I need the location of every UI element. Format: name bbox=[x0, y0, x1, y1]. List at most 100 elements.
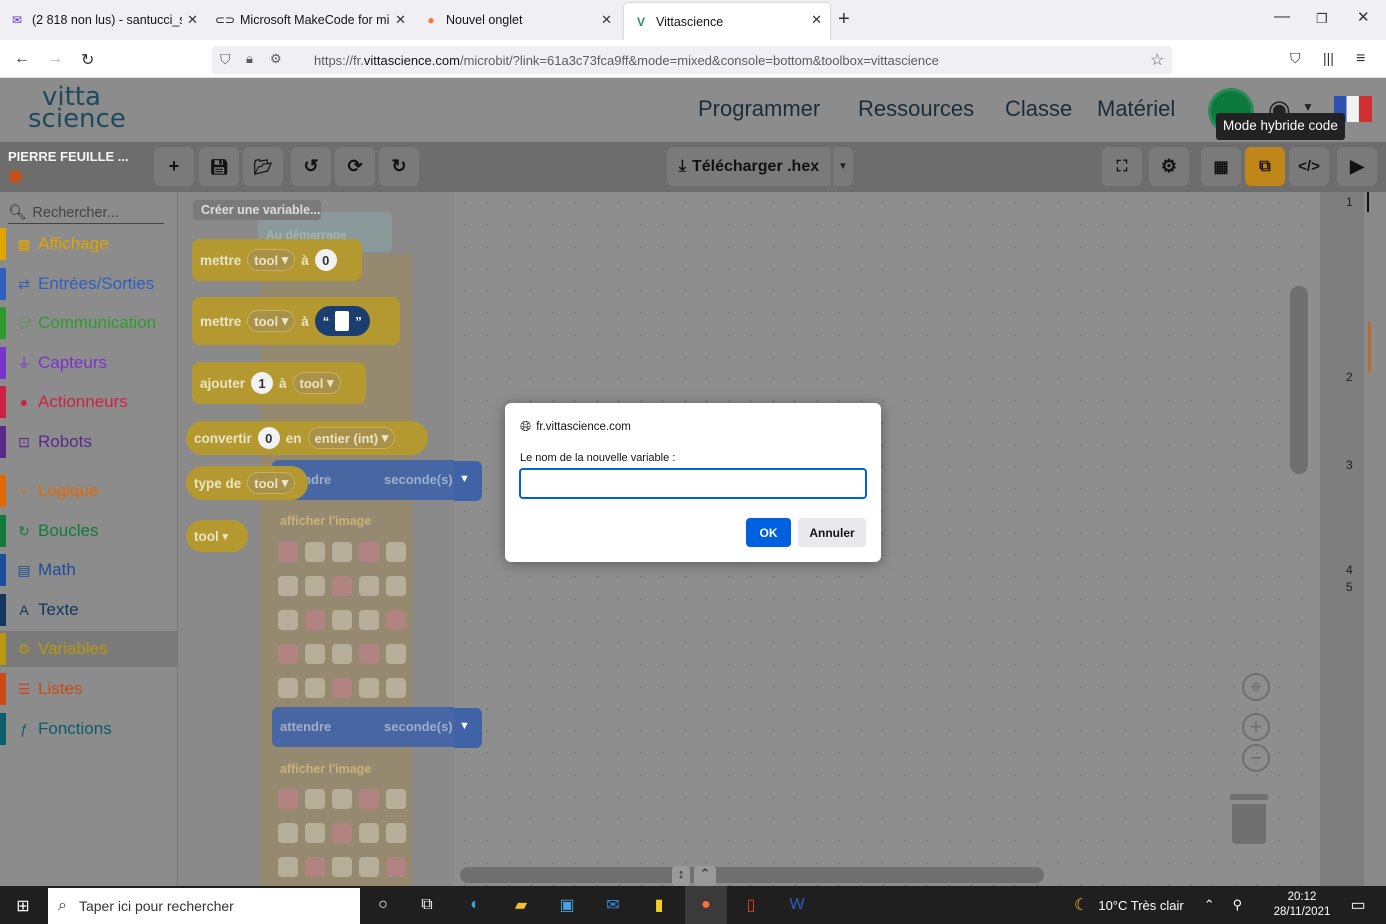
undo-button[interactable]: ↺ bbox=[291, 147, 331, 186]
sidebar-item-fonctions[interactable]: ƒ Fonctions bbox=[0, 711, 178, 747]
window-close-icon[interactable]: ✕ bbox=[1357, 8, 1370, 26]
chevron-down-icon[interactable]: ▼ bbox=[1302, 100, 1314, 114]
restore-icon[interactable]: ❐ bbox=[1316, 11, 1328, 27]
task-view-icon[interactable]: ⧉ bbox=[415, 894, 439, 916]
back-icon[interactable]: ← bbox=[14, 50, 30, 68]
redo-button[interactable]: ↻ bbox=[379, 147, 419, 186]
new-tab-icon[interactable]: + bbox=[838, 8, 850, 31]
library-icon[interactable]: ||| bbox=[1323, 50, 1334, 66]
sidebar-item-actionneurs[interactable]: ● Actionneurs bbox=[0, 384, 178, 420]
set-variable-block[interactable]: mettre tool ▾ à 0 bbox=[192, 239, 362, 281]
cancel-button[interactable]: Annuler bbox=[798, 518, 866, 547]
sidebar-item-math[interactable]: ▤ Math bbox=[0, 552, 178, 588]
code-mode-button[interactable]: </> bbox=[1289, 147, 1329, 186]
save-button[interactable]: 💾︎ bbox=[199, 147, 239, 186]
tab-vittascience[interactable]: V Vittascience ✕ bbox=[624, 3, 830, 40]
chevron-up-icon[interactable]: ⌃ bbox=[1204, 897, 1215, 913]
cortana-icon[interactable]: ○ bbox=[371, 894, 395, 916]
settings-button[interactable]: ⚙ bbox=[1149, 147, 1189, 186]
sync-button[interactable]: ⟳ bbox=[335, 147, 375, 186]
text-field[interactable] bbox=[335, 311, 350, 331]
sidebar-item-boucles[interactable]: ↻ Boucles bbox=[0, 513, 178, 549]
minimize-icon[interactable]: — bbox=[1274, 8, 1290, 26]
store-icon[interactable]: ▣ bbox=[555, 894, 579, 916]
number-input[interactable]: 0 bbox=[314, 249, 337, 271]
ok-button[interactable]: OK bbox=[746, 518, 791, 547]
forward-icon[interactable]: → bbox=[47, 50, 63, 68]
sidebar-item-variables[interactable]: ⚙ Variables bbox=[0, 631, 178, 667]
download-hex-button[interactable]: ⤓ Télécharger .hex bbox=[667, 147, 831, 186]
edge-icon[interactable]: ◐ bbox=[463, 894, 487, 916]
tab-mail[interactable]: ✉ (2 818 non lus) - santucci_steph ✕ bbox=[0, 0, 206, 40]
weather-text[interactable]: 10°C Très clair bbox=[1098, 898, 1183, 913]
bookmark-star-icon[interactable]: ☆ bbox=[1150, 50, 1164, 70]
type-dropdown[interactable]: entier (int) ▾ bbox=[307, 427, 396, 449]
office-icon[interactable]: ▯ bbox=[739, 894, 763, 916]
vittascience-logo[interactable]: vitta science bbox=[28, 84, 126, 132]
tab-makecode[interactable]: ⊂⊃ Microsoft MakeCode for micro: ✕ bbox=[208, 0, 414, 40]
hybrid-mode-button[interactable]: ⧉ bbox=[1245, 147, 1285, 186]
recenter-icon[interactable]: ⌖ bbox=[1242, 673, 1270, 701]
windows-start-icon[interactable]: ⊞ bbox=[11, 895, 35, 917]
firefox-taskbar-icon[interactable]: ● bbox=[694, 894, 718, 916]
project-name[interactable]: PIERRE FEUILLE ... bbox=[8, 149, 129, 164]
chevron-up-icon[interactable]: ⌃ bbox=[694, 866, 716, 886]
category-search[interactable]: 🔍︎ Rechercher... bbox=[8, 202, 164, 224]
weather-moon-icon[interactable]: ☾ bbox=[1074, 895, 1088, 915]
taskbar-search[interactable]: ⌕ Taper ici pour rechercher bbox=[48, 888, 360, 924]
clock[interactable]: 20:12 28/11/2021 bbox=[1270, 890, 1334, 920]
menu-icon[interactable]: ≡ bbox=[1356, 50, 1365, 68]
variable-dropdown[interactable]: tool ▾ bbox=[247, 310, 296, 332]
menu-materiel[interactable]: Matériel bbox=[1097, 96, 1175, 122]
close-icon[interactable]: ✕ bbox=[395, 12, 406, 28]
variable-dropdown[interactable]: tool ▾ bbox=[292, 372, 341, 394]
workspace-vertical-scrollbar[interactable] bbox=[1290, 286, 1308, 474]
word-icon[interactable]: W bbox=[785, 894, 809, 916]
sidebar-item-robots[interactable]: ⊡ Robots bbox=[0, 424, 178, 460]
close-icon[interactable]: ✕ bbox=[187, 12, 198, 28]
text-input[interactable]: “ ” bbox=[314, 306, 370, 336]
close-icon[interactable]: ✕ bbox=[601, 12, 612, 28]
file-explorer-icon[interactable]: ▰ bbox=[509, 894, 533, 916]
menu-ressources[interactable]: Ressources bbox=[858, 96, 974, 122]
sidebar-item-capteurs[interactable]: ⏚ Capteurs bbox=[0, 345, 178, 381]
set-variable-text-block[interactable]: mettre tool ▾ à “ ” bbox=[192, 297, 400, 345]
number-input[interactable]: 1 bbox=[251, 372, 274, 394]
sidebar-item-affichage[interactable]: ▦ Affichage bbox=[0, 226, 178, 262]
url-bar[interactable]: ⛉ 🔒︎ ⚙ https://fr.vittascience.com/micro… bbox=[212, 46, 1172, 74]
reload-icon[interactable]: ↻ bbox=[81, 50, 94, 70]
variable-getter-block[interactable]: tool ▾ bbox=[186, 520, 248, 552]
sidebar-item-entr-es-sorties[interactable]: ⇄ Entrées/Sorties bbox=[0, 266, 178, 302]
mail-app-icon[interactable]: ✉ bbox=[601, 894, 625, 916]
download-options-dropdown[interactable]: ▼ bbox=[833, 147, 853, 186]
fullscreen-button[interactable]: ⛶ bbox=[1102, 147, 1142, 186]
permissions-icon[interactable]: ⚙ bbox=[270, 51, 282, 67]
resize-handle-icon[interactable]: ↕ bbox=[672, 866, 690, 886]
open-button[interactable]: 📂︎ bbox=[243, 147, 283, 186]
trash-icon[interactable] bbox=[1230, 794, 1268, 844]
blocks-mode-button[interactable]: ▦ bbox=[1201, 147, 1241, 186]
run-simulator-button[interactable]: ▶ bbox=[1337, 147, 1377, 186]
new-project-button[interactable]: + bbox=[154, 147, 194, 186]
close-icon[interactable]: ✕ bbox=[811, 12, 822, 28]
type-of-block[interactable]: type de tool ▾ bbox=[186, 466, 308, 500]
number-input[interactable]: 0 bbox=[257, 427, 280, 449]
pocket-icon[interactable]: ⛉ bbox=[1290, 50, 1301, 67]
sidebar-item-logique[interactable]: ⑂ Logique bbox=[0, 473, 178, 509]
menu-programmer[interactable]: Programmer bbox=[698, 96, 820, 122]
code-scrollbar[interactable] bbox=[1376, 192, 1386, 886]
shield-icon[interactable]: ⛉ bbox=[220, 51, 231, 68]
sticky-notes-icon[interactable]: ▮ bbox=[647, 894, 671, 916]
lock-icon[interactable]: 🔒︎ bbox=[246, 51, 253, 67]
variable-name-input[interactable] bbox=[519, 468, 867, 499]
notification-icon[interactable]: ▭ bbox=[1346, 894, 1370, 916]
menu-classe[interactable]: Classe bbox=[1005, 96, 1072, 122]
convert-block[interactable]: convertir 0 en entier (int) ▾ bbox=[186, 421, 428, 455]
create-variable-button[interactable]: Créer une variable... bbox=[193, 200, 321, 220]
variable-dropdown[interactable]: tool ▾ bbox=[247, 472, 296, 494]
tab-new[interactable]: ● Nouvel onglet ✕ bbox=[414, 0, 620, 40]
sidebar-item-communication[interactable]: 💬︎ Communication bbox=[0, 305, 178, 341]
zoom-out-icon[interactable]: − bbox=[1242, 744, 1270, 772]
zoom-in-icon[interactable]: + bbox=[1242, 713, 1270, 741]
sidebar-item-listes[interactable]: ☰ Listes bbox=[0, 671, 178, 707]
